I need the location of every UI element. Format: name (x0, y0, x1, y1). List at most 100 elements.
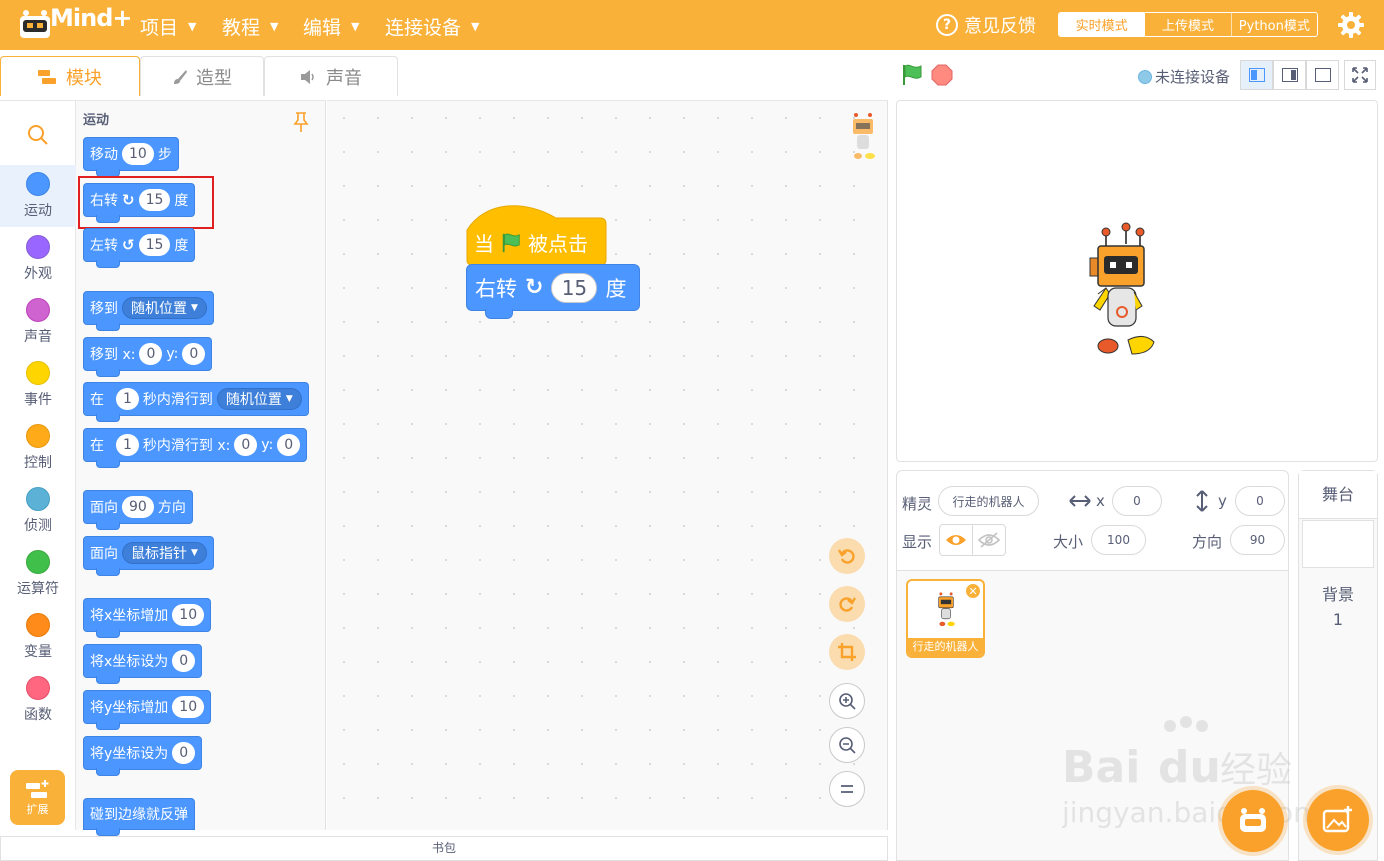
undo-button[interactable] (829, 538, 865, 574)
menu-edit[interactable]: 编辑 ▼ (303, 13, 359, 40)
category-label: 变量 (24, 644, 52, 660)
category-variables[interactable]: 变量 (0, 606, 76, 668)
caret-down-icon: ▼ (285, 394, 293, 404)
y-input[interactable]: 0 (1235, 486, 1285, 516)
gear-icon[interactable] (1336, 10, 1366, 40)
block-number-input[interactable]: 0 (172, 742, 196, 764)
green-flag-icon[interactable] (900, 63, 924, 87)
category-events[interactable]: 事件 (0, 354, 76, 416)
show-sprite-button[interactable] (939, 524, 973, 556)
category-operators[interactable]: 运算符 (0, 543, 76, 605)
block-change-x[interactable]: 将x坐标增加 10 (83, 598, 212, 638)
block-point-direction[interactable]: 面向 90 方向 (83, 490, 193, 530)
zoom-reset-button[interactable] (829, 771, 865, 807)
block-number-input[interactable]: 90 (122, 496, 154, 518)
stage-thumbnail[interactable] (1302, 520, 1374, 568)
category-looks[interactable]: 外观 (0, 228, 76, 290)
walking-robot-sprite[interactable] (1084, 222, 1164, 362)
add-sprite-button[interactable] (1222, 790, 1284, 852)
block-glide-xy[interactable]: 在 1 秒内滑行到 x: 0 y: 0 (83, 428, 308, 468)
block-number-input[interactable]: 0 (139, 343, 163, 365)
block-change-y[interactable]: 将y坐标增加 10 (83, 690, 212, 730)
size-input[interactable]: 100 (1091, 525, 1146, 555)
category-functions[interactable]: 函数 (0, 669, 76, 731)
hide-sprite-button[interactable] (972, 524, 1006, 556)
category-control[interactable]: 控制 (0, 417, 76, 479)
mode-upload[interactable]: 上传模式 (1145, 13, 1232, 36)
tab-label: 造型 (196, 67, 232, 89)
block-dropdown[interactable]: 随机位置 ▼ (122, 297, 207, 319)
block-number-input[interactable]: 0 (277, 434, 301, 456)
mode-python[interactable]: Python模式 (1232, 13, 1317, 36)
tab-blocks[interactable]: 模块 (0, 56, 140, 96)
block-text: 将y坐标增加 (90, 700, 169, 716)
block-number-input[interactable]: 1 (116, 388, 139, 410)
block-number-input[interactable]: 0 (182, 343, 206, 365)
pin-icon[interactable] (292, 111, 310, 133)
block-number-input[interactable]: 0 (172, 650, 196, 672)
block-number-input[interactable]: 15 (138, 234, 171, 256)
category-motion[interactable]: 运动 (0, 165, 76, 227)
add-backdrop-button[interactable] (1307, 789, 1369, 851)
zoom-in-icon (839, 693, 856, 710)
block-text: 碰到边缘就反弹 (90, 807, 188, 823)
category-dot-icon (26, 172, 50, 196)
palette-category-title: 运动 (83, 113, 110, 128)
delete-sprite-close-icon[interactable]: ✕ (965, 583, 981, 599)
block-number-input[interactable]: 10 (172, 604, 205, 626)
category-sensing[interactable]: 侦测 (0, 480, 76, 542)
block-goto-xy[interactable]: 移到 x: 0 y: 0 (83, 337, 213, 377)
fullscreen-button[interactable] (1344, 60, 1376, 90)
menu-tutorial[interactable]: 教程 ▼ (222, 13, 278, 40)
block-turn-left[interactable]: 左转 ↺ 15 度 (83, 228, 196, 268)
x-input[interactable]: 0 (1112, 486, 1162, 516)
zoom-in-button[interactable] (829, 683, 865, 719)
menu-connect-device[interactable]: 连接设备 ▼ (385, 13, 479, 40)
backpack-bar[interactable]: 书包 (0, 836, 888, 861)
mode-realtime[interactable]: 实时模式 (1059, 13, 1146, 36)
block-glide[interactable]: 在 1 秒内滑行到 随机位置 ▼ (83, 382, 309, 422)
tab-costumes[interactable]: 造型 (140, 56, 264, 96)
backdrop-count: 1 (1332, 610, 1344, 629)
zoom-out-button[interactable] (829, 727, 865, 763)
stop-icon[interactable] (931, 64, 953, 86)
block-dropdown[interactable]: 随机位置 ▼ (216, 388, 302, 410)
tab-sounds[interactable]: 声音 (264, 56, 398, 96)
feedback-link[interactable]: ? 意见反馈 (936, 12, 1036, 38)
feedback-label: 意见反馈 (964, 16, 1036, 37)
block-move-steps[interactable]: 移动 10 步 (83, 137, 179, 177)
block-set-y[interactable]: 将y坐标设为 0 (83, 736, 203, 776)
block-goto[interactable]: 移到 随机位置 ▼ (83, 291, 214, 331)
red-highlight-box (78, 176, 214, 229)
small-stage-button[interactable] (1240, 60, 1273, 90)
category-label: 外观 (24, 266, 52, 282)
eye-icon (946, 535, 966, 545)
script-workspace[interactable] (327, 100, 888, 830)
extension-blocks-icon (25, 779, 48, 798)
large-stage-button[interactable] (1273, 60, 1306, 90)
script-block-turn-right[interactable]: 右转 ↻ 15 度 (466, 264, 640, 319)
block-number-input[interactable]: 15 (551, 272, 598, 303)
redo-icon (839, 597, 857, 612)
direction-input[interactable]: 90 (1230, 525, 1285, 555)
menu-project[interactable]: 项目 ▼ (140, 13, 196, 40)
robot-thumbnail-icon (938, 592, 955, 627)
block-text: 移动 (90, 147, 118, 163)
search-icon[interactable] (26, 123, 50, 147)
block-dropdown[interactable]: 鼠标指针 ▼ (122, 542, 207, 564)
block-set-x[interactable]: 将x坐标设为 0 (83, 644, 203, 684)
block-bounce[interactable]: 碰到边缘就反弹 (83, 798, 195, 836)
redo-button[interactable] (829, 586, 865, 622)
category-sound[interactable]: 声音 (0, 291, 76, 353)
block-number-input[interactable]: 10 (122, 143, 154, 165)
stage-only-button[interactable] (1306, 60, 1339, 90)
block-number-input[interactable]: 10 (172, 696, 205, 718)
block-point-towards[interactable]: 面向 鼠标指针 ▼ (83, 536, 214, 576)
sprite-name-input[interactable]: 行走的机器人 (938, 486, 1039, 516)
block-text: 将x坐标增加 (90, 608, 169, 624)
block-number-input[interactable]: 1 (116, 434, 139, 456)
extensions-button[interactable]: 扩展 (10, 770, 65, 825)
cleanup-button[interactable] (829, 634, 865, 670)
hat-block-when-flag-clicked[interactable]: 当 被点击 (474, 228, 588, 257)
block-number-input[interactable]: 0 (234, 434, 258, 456)
